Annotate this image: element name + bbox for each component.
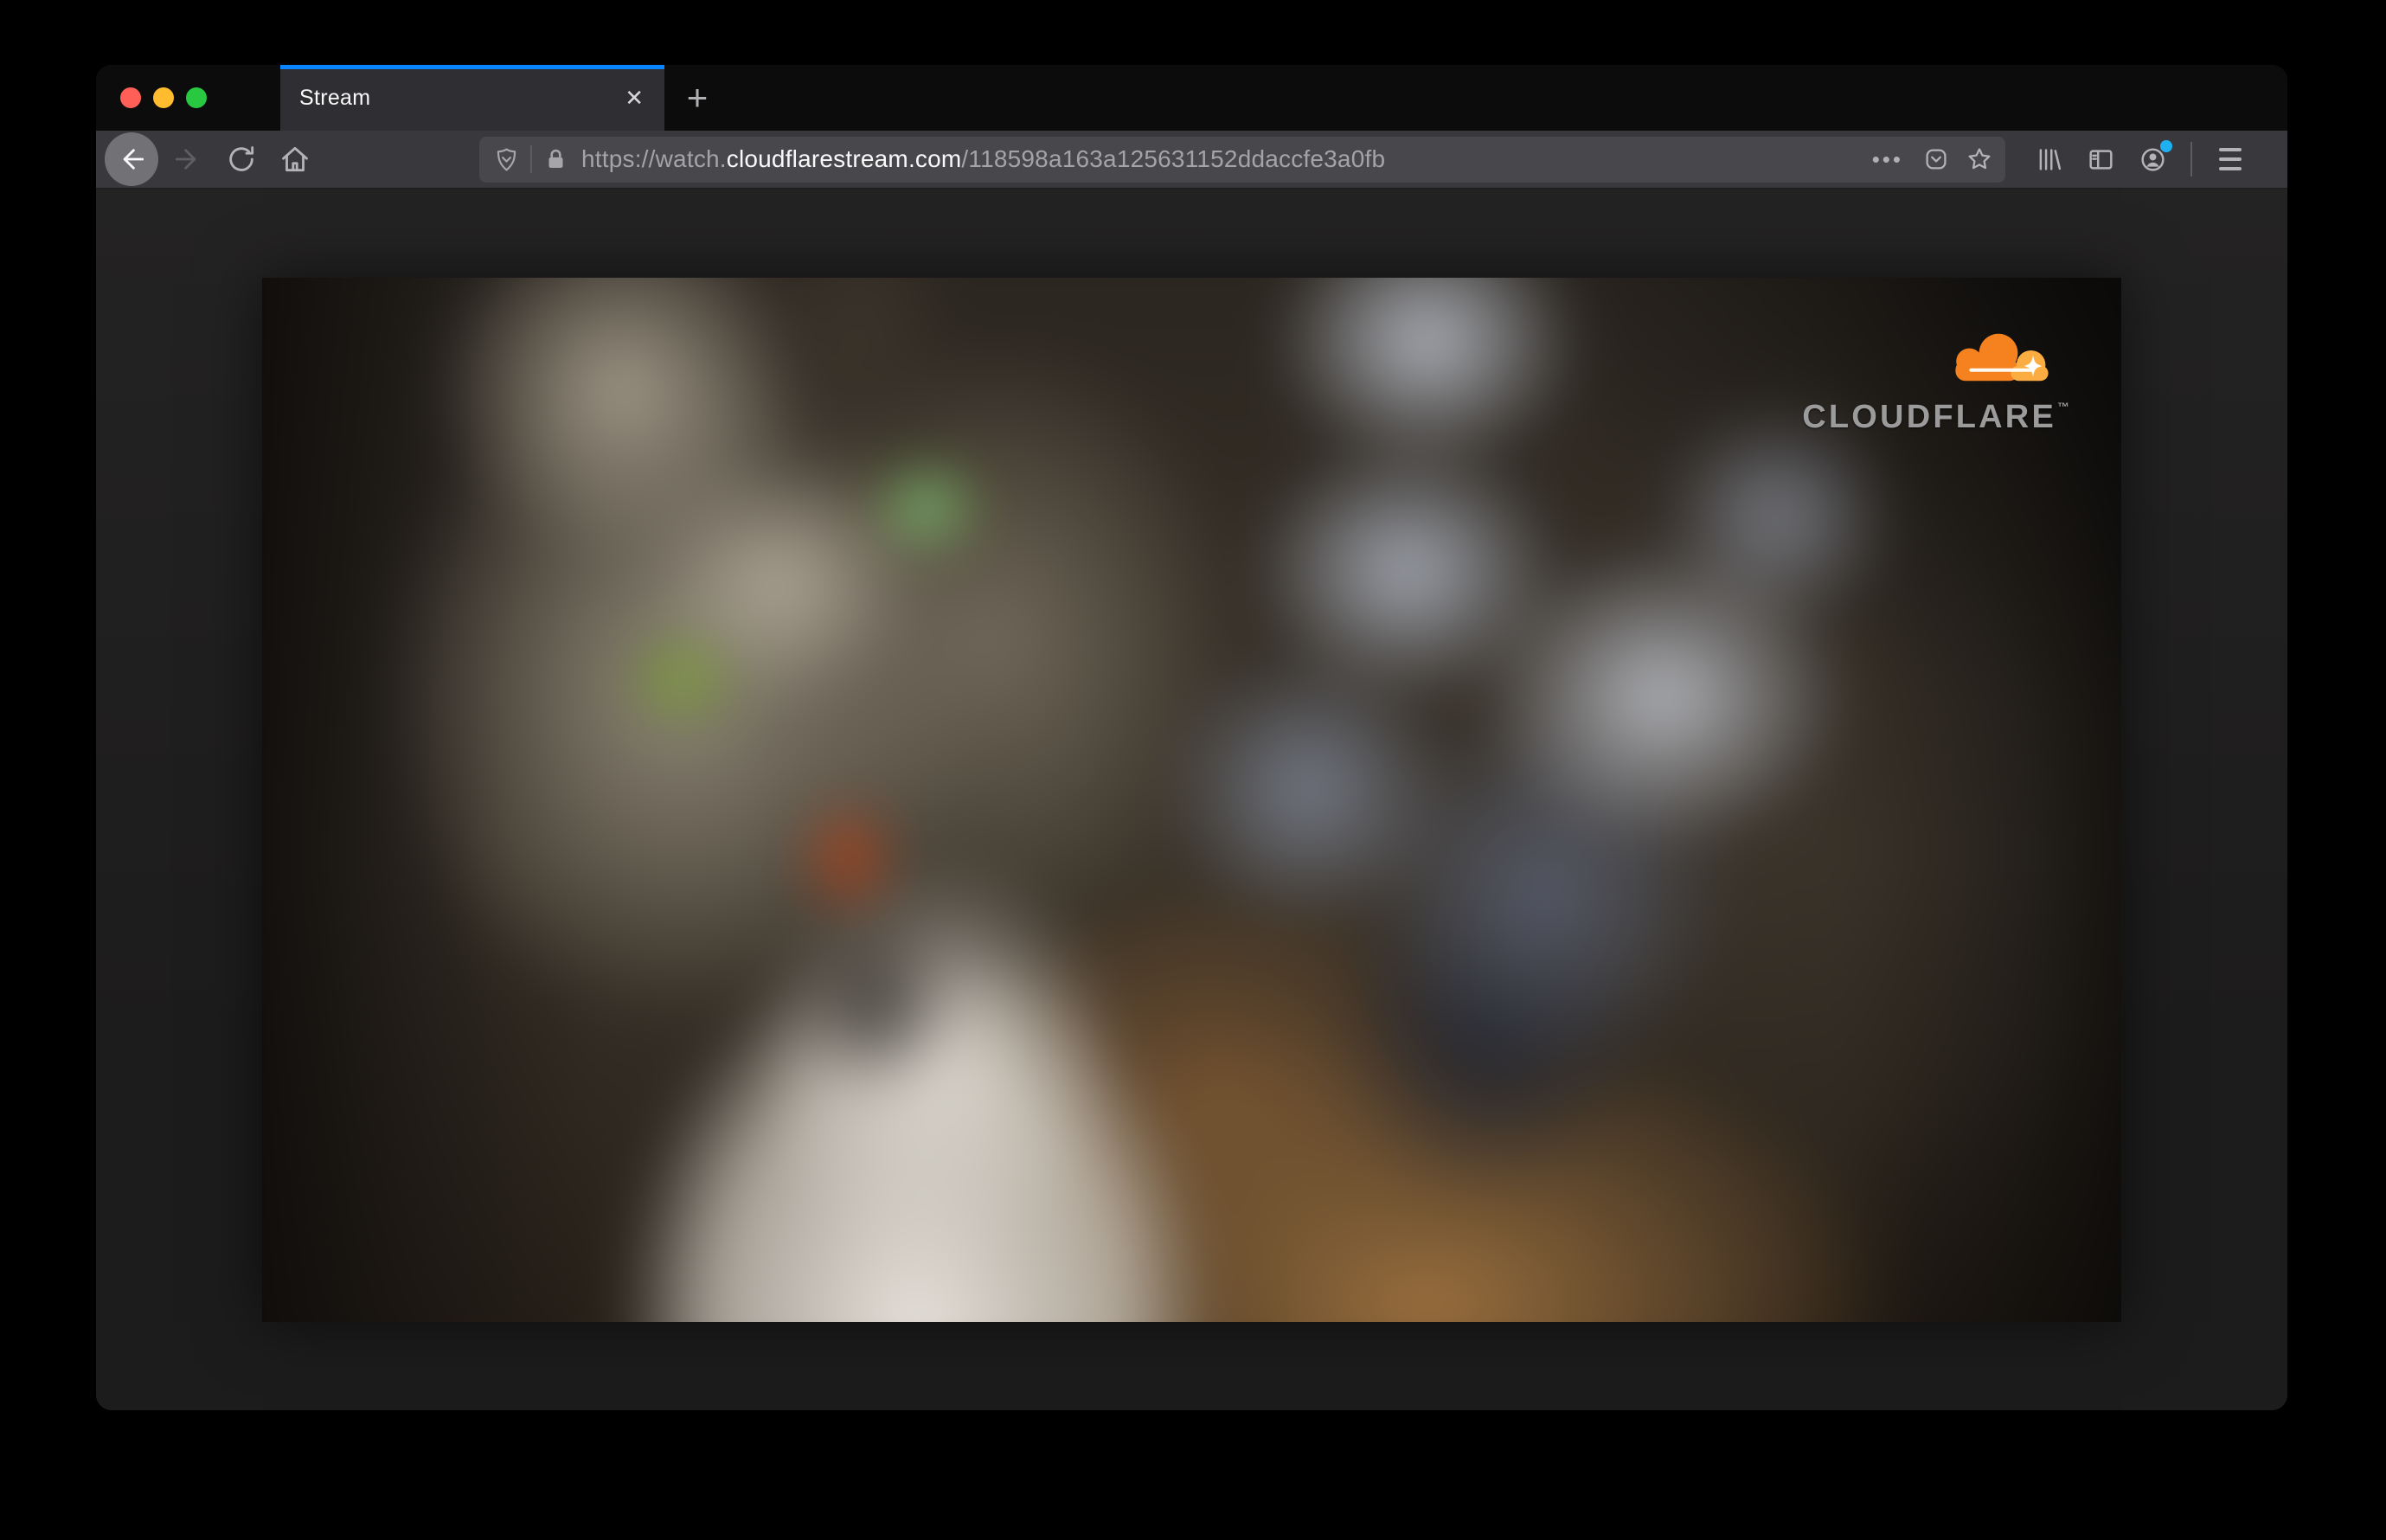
toolbar-separator bbox=[2190, 142, 2192, 176]
url-text: https://watch.cloudflarestream.com/11859… bbox=[581, 145, 1872, 173]
titlebar-traffic-lights bbox=[96, 65, 280, 131]
cloudflare-cloud-icon bbox=[1955, 333, 2049, 382]
navigation-toolbar: https://watch.cloudflarestream.com/11859… bbox=[96, 131, 2287, 189]
tab-close-icon[interactable]: ✕ bbox=[621, 83, 647, 112]
sidebar-icon bbox=[2088, 149, 2113, 170]
url-domain: cloudflarestream.com bbox=[726, 145, 962, 172]
url-scheme: https://watch. bbox=[581, 145, 727, 172]
bookmark-star-icon[interactable] bbox=[1966, 145, 1993, 173]
library-button[interactable] bbox=[2023, 133, 2075, 185]
urlbar-divider bbox=[530, 145, 532, 173]
home-button[interactable] bbox=[268, 132, 322, 186]
tab-title: Stream bbox=[299, 85, 371, 110]
tab-stream[interactable]: Stream ✕ bbox=[280, 65, 664, 131]
back-button[interactable] bbox=[105, 132, 158, 186]
page-content: CLOUDFLARE™ bbox=[96, 189, 2287, 1410]
account-notification-badge bbox=[2160, 140, 2172, 152]
active-tab-indicator bbox=[280, 65, 664, 69]
tracking-protection-shield-icon[interactable] bbox=[493, 146, 520, 173]
menu-button[interactable] bbox=[2204, 133, 2256, 185]
zoom-window-button[interactable] bbox=[186, 87, 207, 108]
cloudflare-tm-mark: ™ bbox=[2057, 400, 2069, 414]
close-window-button[interactable] bbox=[120, 87, 141, 108]
url-bar[interactable]: https://watch.cloudflarestream.com/11859… bbox=[479, 136, 2005, 183]
cloudflare-wordmark: CLOUDFLARE™ bbox=[1802, 401, 2069, 433]
forward-arrow-icon bbox=[175, 149, 196, 170]
reload-icon bbox=[229, 146, 254, 171]
minimize-window-button[interactable] bbox=[153, 87, 174, 108]
home-icon bbox=[282, 146, 308, 172]
back-arrow-icon bbox=[123, 149, 144, 170]
library-icon bbox=[2039, 148, 2061, 170]
video-player[interactable]: CLOUDFLARE™ bbox=[262, 278, 2121, 1322]
lock-icon[interactable] bbox=[542, 146, 569, 173]
account-button[interactable] bbox=[2126, 133, 2178, 185]
pocket-icon[interactable] bbox=[1922, 145, 1950, 173]
browser-window: Stream ✕ + https://watch.cloudflarestrea… bbox=[96, 65, 2287, 1410]
url-path: /118598a163a125631152ddaccfe3a0fb bbox=[961, 145, 1386, 172]
forward-button[interactable] bbox=[161, 132, 215, 186]
cloudflare-wordmark-text: CLOUDFLARE bbox=[1802, 399, 2056, 435]
sidebar-button[interactable] bbox=[2075, 133, 2126, 185]
page-actions-icon[interactable]: ••• bbox=[1872, 148, 1903, 170]
hamburger-icon bbox=[2219, 148, 2242, 170]
cloudflare-logo: CLOUDFLARE™ bbox=[1784, 328, 2069, 433]
reload-button[interactable] bbox=[215, 132, 268, 186]
new-tab-button[interactable]: + bbox=[664, 65, 730, 131]
tab-bar: Stream ✕ + bbox=[96, 65, 2287, 131]
